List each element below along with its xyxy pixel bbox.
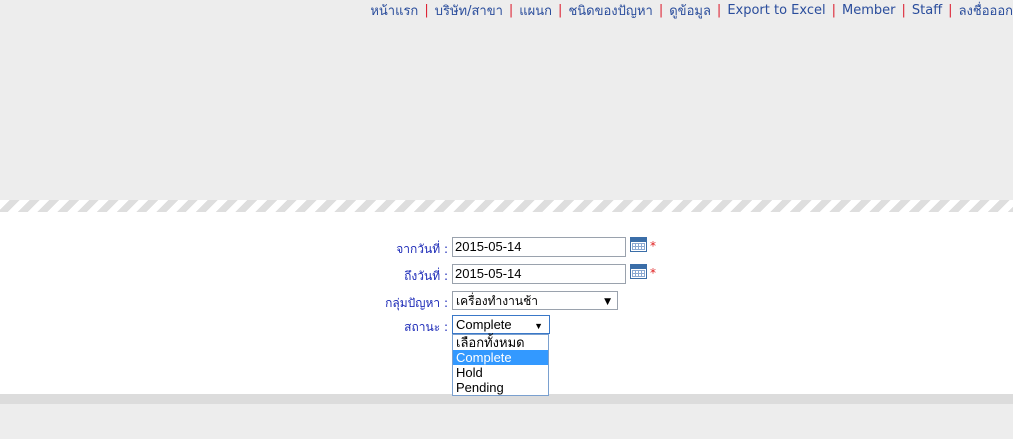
required-mark: * xyxy=(650,239,656,253)
nav-separator: | xyxy=(716,2,722,18)
required-mark: * xyxy=(650,266,656,280)
nav-separator: | xyxy=(658,2,664,18)
status-select[interactable]: Complete ▼ xyxy=(452,315,550,334)
nav-view-data-link[interactable]: ดูข้อมูล xyxy=(669,0,711,21)
nav-member-link[interactable]: Member xyxy=(842,3,895,18)
to-date-label: ถึงวันที่ : xyxy=(404,269,448,283)
chevron-down-icon: ▼ xyxy=(534,321,543,331)
decorative-stripe xyxy=(0,200,1013,212)
nav-separator: | xyxy=(508,2,514,18)
status-option-complete[interactable]: Complete xyxy=(453,350,548,365)
nav-export-excel-link[interactable]: Export to Excel xyxy=(727,3,825,18)
chevron-down-icon: ▼ xyxy=(604,297,611,307)
status-option-hold[interactable]: Hold xyxy=(453,365,548,380)
nav-separator: | xyxy=(901,2,906,18)
to-date-input[interactable]: 2015-05-14 xyxy=(452,264,626,284)
status-option-pending[interactable]: Pending xyxy=(453,380,548,395)
nav-separator: | xyxy=(948,2,953,18)
problem-group-select[interactable]: เครื่องทำงานช้า ▼ xyxy=(452,291,618,310)
nav-logout-link[interactable]: ลงชื่อออก xyxy=(959,0,1013,21)
calendar-icon[interactable] xyxy=(630,237,647,252)
status-dropdown-list: เลือกทั้งหมด Complete Hold Pending xyxy=(452,334,549,396)
problem-group-label: กลุ่มปัญหา : xyxy=(385,296,448,310)
page-bottom xyxy=(0,404,1013,439)
calendar-icon[interactable] xyxy=(630,264,647,279)
nav-separator: | xyxy=(424,2,429,18)
nav-separator: | xyxy=(831,2,837,18)
nav-problem-type-link[interactable]: ชนิดของปัญหา xyxy=(568,0,652,21)
status-value: Complete xyxy=(456,317,512,332)
nav-separator: | xyxy=(558,2,563,18)
nav-staff-link[interactable]: Staff xyxy=(912,3,942,18)
from-date-label: จากวันที่ : xyxy=(396,242,448,256)
from-date-input[interactable]: 2015-05-14 xyxy=(452,237,626,257)
nav-department-link[interactable]: แผนก xyxy=(519,0,552,21)
status-option-all[interactable]: เลือกทั้งหมด xyxy=(453,335,548,350)
status-label: สถานะ : xyxy=(404,320,448,334)
problem-group-value: เครื่องทำงานช้า xyxy=(456,294,538,308)
nav-company-link[interactable]: บริษัท/สาขา xyxy=(435,0,503,21)
top-navigation: หน้าแรก | บริษัท/สาขา | แผนก | ชนิดของปั… xyxy=(370,0,1013,20)
nav-home-link[interactable]: หน้าแรก xyxy=(370,0,418,21)
